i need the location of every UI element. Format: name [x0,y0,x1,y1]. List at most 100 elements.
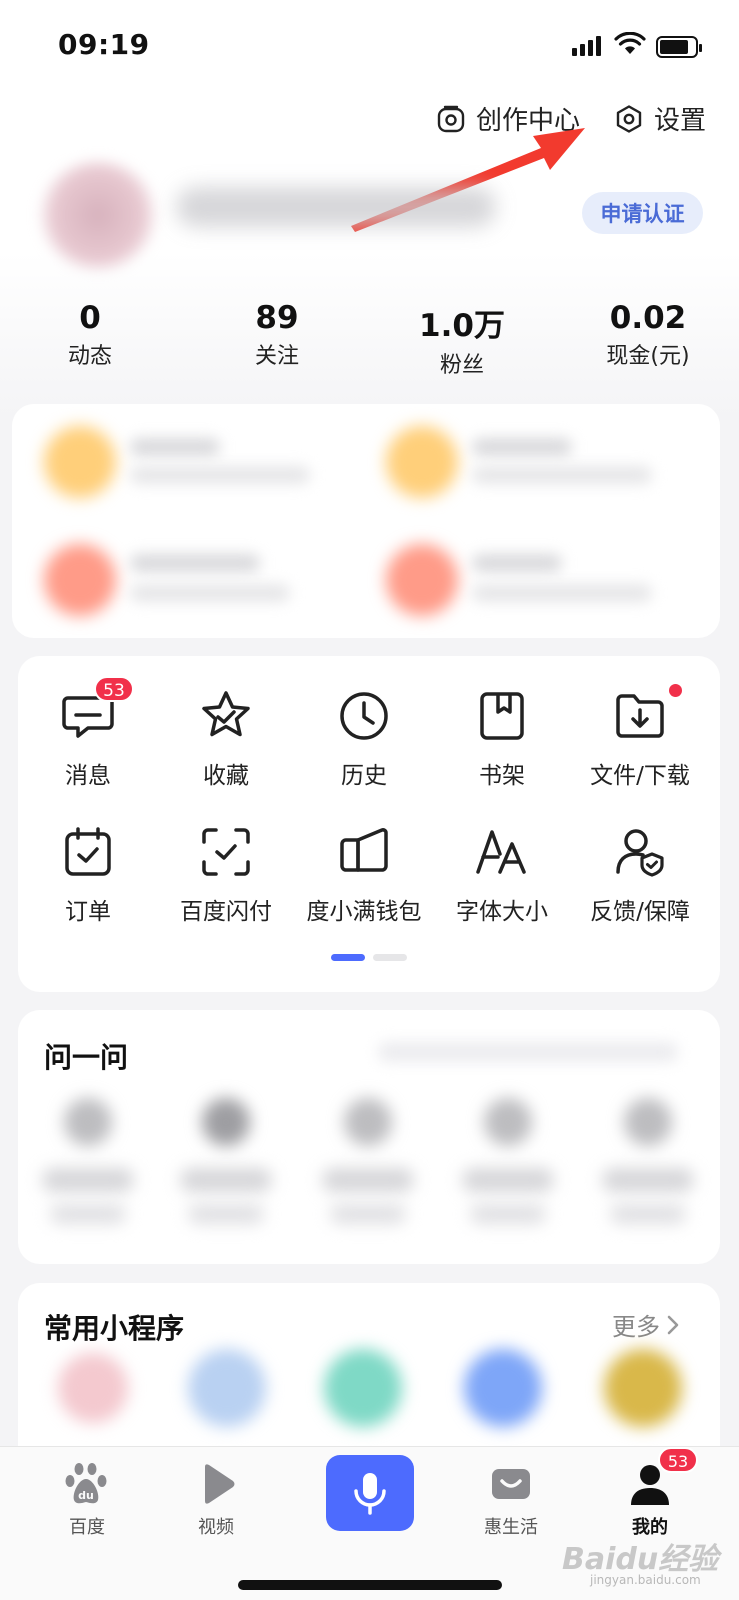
tab-mine[interactable]: 53 我的 [600,1447,700,1539]
clock-icon [340,692,388,740]
watermark-sub: jingyan.baidu.com [590,1573,701,1587]
settings-gear-icon [616,104,642,133]
stat-fans[interactable]: 1.0万 粉丝 [382,300,542,379]
home-indicator[interactable] [238,1580,502,1590]
stat-value: 1.0万 [419,308,505,344]
tab-label: 视频 [198,1517,234,1538]
stat-following[interactable]: 89 关注 [197,300,357,370]
tool-label: 收藏 [203,763,249,789]
ask-item-blurred[interactable] [318,1098,418,1238]
service-text-blurred [472,584,652,602]
more-link[interactable]: 更多 [612,1307,680,1342]
tool-favorites[interactable]: 收藏 [156,688,296,790]
baidu-paw-icon: du [65,1463,107,1504]
tool-bookshelf[interactable]: 书架 [432,688,572,790]
ask-section: 问一问 [18,1010,720,1264]
stat-label: 动态 [67,344,112,369]
ask-item-blurred[interactable] [176,1098,276,1238]
mine-badge: 53 [658,1447,698,1473]
service-icon-blurred [386,544,458,616]
play-icon [205,1464,235,1504]
voice-search-button[interactable] [326,1455,414,1531]
service-text-blurred [472,438,572,456]
more-label: 更多 [612,1313,660,1341]
tool-label: 消息 [65,763,111,789]
service-text-blurred [130,466,310,484]
wallet-icon [340,828,388,872]
ask-item-blurred[interactable] [598,1098,698,1238]
tool-font-size[interactable]: 字体大小 [432,824,572,926]
files-notification-dot [669,684,682,697]
feedback-shield-icon [616,829,664,877]
services-card-blurred [12,404,720,638]
stat-value: 0.02 [609,300,687,336]
tool-messages[interactable]: 53 消息 [18,676,158,790]
username-blurred [176,187,496,227]
service-text-blurred [130,584,290,602]
tab-hui-life[interactable]: 惠生活 [461,1461,561,1539]
tool-label: 百度闪付 [180,899,272,925]
profile-stats: 0 动态 89 关注 1.0万 粉丝 0.02 现金(元) [0,300,739,380]
ask-section-title: 问一问 [44,1041,129,1074]
status-bar: 09:19 [0,0,739,90]
tool-orders[interactable]: 订单 [18,824,158,926]
stat-posts[interactable]: 0 动态 [10,300,170,370]
tool-label: 反馈/保障 [590,899,690,925]
service-text-blurred [130,438,220,456]
stat-label: 粉丝 [439,353,484,378]
ask-item-blurred[interactable] [38,1098,138,1238]
ask-item-blurred[interactable] [458,1098,558,1238]
mini-program-icon-blurred[interactable] [188,1349,266,1427]
cellular-signal-icon [572,36,601,56]
watermark: Baidu经验 [562,1542,719,1577]
svg-text:du: du [78,1489,94,1502]
stat-cash[interactable]: 0.02 现金(元) [568,300,728,370]
settings-label: 设置 [654,106,707,136]
stat-value: 89 [255,300,299,336]
service-text-blurred [130,554,260,572]
page-dot [373,954,407,961]
battery-icon [656,36,702,58]
tool-label: 度小满钱包 [306,899,422,925]
tool-label: 书架 [479,763,525,789]
tab-label: 百度 [69,1517,105,1538]
bookshelf-icon [480,692,524,740]
service-text-blurred [472,466,652,484]
mini-programs-title: 常用小程序 [44,1312,185,1345]
order-icon [65,827,111,876]
tab-video[interactable]: 视频 [166,1461,266,1539]
status-time: 09:19 [58,28,150,61]
tool-label: 订单 [65,899,111,925]
shopping-bag-icon [492,1469,530,1499]
tool-files-downloads[interactable]: 文件/下载 [570,684,710,790]
settings-button[interactable]: 设置 [614,100,706,137]
stat-label: 关注 [254,344,299,369]
tools-card: 53 消息 收藏 历史 书架 文件/下载 订单 百度闪付 度小满钱包 字体大小 … [18,656,720,992]
mini-program-icon-blurred[interactable] [464,1349,542,1427]
tool-baidu-pay[interactable]: 百度闪付 [156,824,296,926]
tool-feedback[interactable]: 反馈/保障 [570,824,710,926]
microphone-icon [354,1473,386,1515]
messages-badge: 53 [94,676,134,702]
stat-value: 0 [79,300,101,336]
font-size-icon [476,830,526,874]
tool-wallet[interactable]: 度小满钱包 [294,824,434,926]
scan-pay-icon [202,828,250,876]
avatar[interactable] [38,160,158,270]
apply-verification-button[interactable]: 申请认证 [582,192,703,234]
mini-program-icon-blurred[interactable] [58,1353,128,1423]
tool-label: 字体大小 [456,899,548,925]
page-dot-active [331,954,365,961]
tool-label: 历史 [341,763,387,789]
tab-label: 惠生活 [484,1517,538,1538]
mini-program-icon-blurred[interactable] [604,1349,682,1427]
tool-label: 文件/下载 [590,763,690,789]
tool-history[interactable]: 历史 [294,688,434,790]
folder-download-icon [616,694,664,738]
chevron-right-icon [667,1315,679,1334]
mini-program-icon-blurred[interactable] [324,1349,402,1427]
stat-label: 现金(元) [606,344,690,369]
service-icon-blurred [386,426,458,498]
tab-baidu[interactable]: du 百度 [37,1461,137,1539]
service-text-blurred [472,554,562,572]
